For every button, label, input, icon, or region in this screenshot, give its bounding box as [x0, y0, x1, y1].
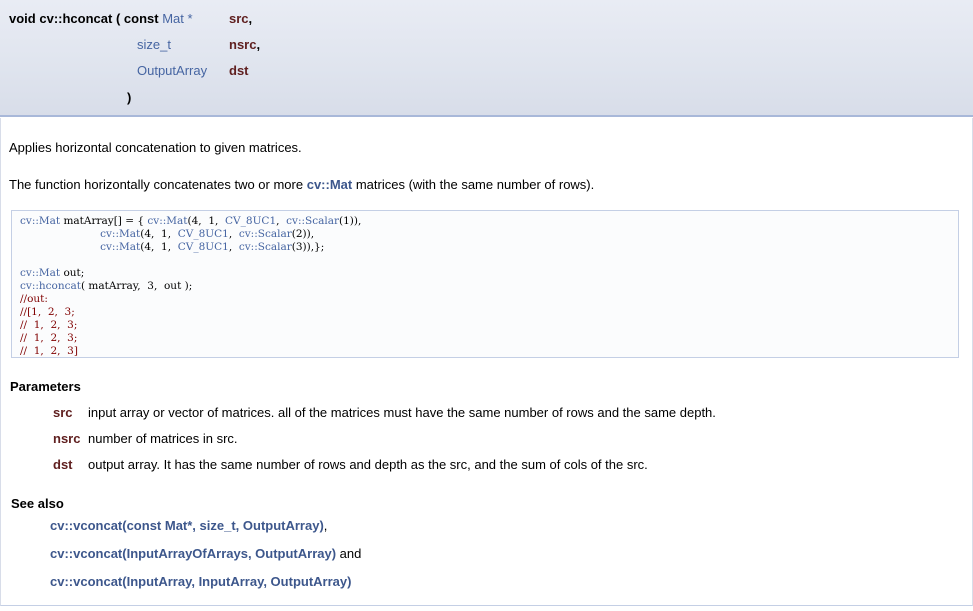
close-paren-text: ) — [127, 90, 132, 105]
open-paren: ( — [115, 11, 121, 26]
detail-text-before: The function horizontally concatenates t… — [9, 177, 307, 192]
param-name: src — [229, 11, 249, 26]
vconcat-link-1[interactable]: cv::vconcat(const Mat*, size_t, OutputAr… — [50, 518, 324, 533]
code-link[interactable]: cv::Mat — [147, 215, 187, 227]
code-text: matArray[] = { — [60, 215, 148, 227]
vconcat-link-3[interactable]: cv::vconcat(InputArray, InputArray, Outp… — [50, 574, 351, 589]
code-comment: //out: — [20, 293, 48, 305]
close-paren: ) — [127, 90, 131, 106]
code-link[interactable]: cv::Mat — [20, 267, 60, 279]
doc-body: Applies horizontal concatenation to give… — [0, 118, 973, 606]
code-line: cv::Mat out; — [20, 267, 84, 280]
code-link[interactable]: CV_8UC1 — [178, 241, 229, 253]
code-line: cv::Mat(4, 1, CV_8UC1, cv::Scalar(3)),}; — [20, 241, 324, 254]
code-text: (4, 1, — [140, 228, 178, 240]
function-prototype: void cv::hconcat ( const Mat * src, size… — [0, 0, 973, 117]
prototype-param-name-src: src, — [229, 11, 252, 27]
code-text: (2)), — [291, 228, 315, 240]
code-text: , — [228, 228, 239, 240]
code-text: (3)),}; — [291, 241, 325, 253]
code-line: cv::hconcat( matArray, 3, out ); — [20, 280, 192, 293]
code-comment: //[1, 2, 3; — [20, 306, 75, 318]
prototype-param-name-nsrc: nsrc, — [229, 37, 260, 53]
code-link[interactable]: cv::hconcat — [20, 280, 81, 292]
code-link[interactable]: cv::Scalar — [239, 228, 292, 240]
param-desc-src: input array or vector of matrices. all o… — [88, 405, 716, 420]
detail-text-after: matrices (with the same number of rows). — [352, 177, 595, 192]
vconcat-link-2[interactable]: cv::vconcat(InputArrayOfArrays, OutputAr… — [50, 546, 336, 561]
code-comment: // 1, 2, 3; — [20, 332, 78, 344]
see-also-sep: , — [323, 518, 328, 533]
code-link[interactable]: cv::Scalar — [286, 215, 339, 227]
code-text: , — [228, 241, 239, 253]
code-link[interactable]: cv::Mat — [100, 241, 140, 253]
code-link[interactable]: cv::Mat — [100, 228, 140, 240]
param-name: dst — [229, 63, 249, 78]
code-link[interactable]: CV_8UC1 — [225, 215, 276, 227]
code-link[interactable]: cv::Mat — [20, 215, 60, 227]
code-comment: // 1, 2, 3] — [20, 345, 78, 357]
mat-link[interactable]: cv::Mat — [307, 177, 353, 192]
brief-description: Applies horizontal concatenation to give… — [9, 140, 302, 155]
return-type: void — [9, 11, 36, 26]
prototype-param-name-dst: dst — [229, 63, 249, 79]
see-also-item: cv::vconcat(InputArray, InputArray, Outp… — [50, 574, 351, 590]
see-also-item: cv::vconcat(const Mat*, size_t, OutputAr… — [50, 518, 327, 534]
param-qualifier: const — [123, 11, 159, 26]
prototype-line-2: size_t — [137, 37, 171, 53]
code-line: cv::Mat matArray[] = { cv::Mat(4, 1, CV_… — [20, 215, 361, 228]
see-also-item: cv::vconcat(InputArrayOfArrays, OutputAr… — [50, 546, 361, 562]
code-text: , — [276, 215, 287, 227]
code-text: ( matArray, 3, out ); — [80, 280, 193, 292]
parameters-heading: Parameters — [10, 379, 81, 394]
param-name-src: src — [53, 405, 73, 420]
prototype-line-1: void cv::hconcat ( const Mat * — [9, 11, 193, 27]
see-also-heading: See also — [11, 496, 64, 511]
param-type-link[interactable]: OutputArray — [137, 63, 207, 78]
detailed-description: The function horizontally concatenates t… — [9, 177, 594, 193]
doc-page: void cv::hconcat ( const Mat * src, size… — [0, 0, 973, 611]
code-text: out; — [60, 267, 85, 279]
code-line: cv::Mat(4, 1, CV_8UC1, cv::Scalar(2)), — [20, 228, 314, 241]
function-name: cv::hconcat — [39, 11, 113, 26]
code-comment: // 1, 2, 3; — [20, 319, 78, 331]
param-sep: , — [256, 37, 261, 52]
param-name-nsrc: nsrc — [53, 431, 81, 446]
code-text: (4, 1, — [140, 241, 178, 253]
param-desc-nsrc: number of matrices in src. — [88, 431, 238, 446]
code-fragment: cv::Mat matArray[] = { cv::Mat(4, 1, CV_… — [11, 210, 959, 358]
code-text: (4, 1, — [187, 215, 226, 227]
see-also-sep: and — [336, 546, 362, 561]
prototype-line-3: OutputArray — [137, 63, 207, 79]
code-link[interactable]: cv::Scalar — [239, 241, 292, 253]
code-text: (1)), — [339, 215, 362, 227]
param-name-dst: dst — [53, 457, 73, 472]
param-sep: , — [248, 11, 253, 26]
param-name: nsrc — [229, 37, 257, 52]
code-link[interactable]: CV_8UC1 — [178, 228, 229, 240]
param-type-link[interactable]: size_t — [137, 37, 171, 52]
param-desc-dst: output array. It has the same number of … — [88, 457, 648, 472]
param-type-suffix: * — [183, 11, 193, 26]
param-type-link[interactable]: Mat — [162, 11, 184, 26]
